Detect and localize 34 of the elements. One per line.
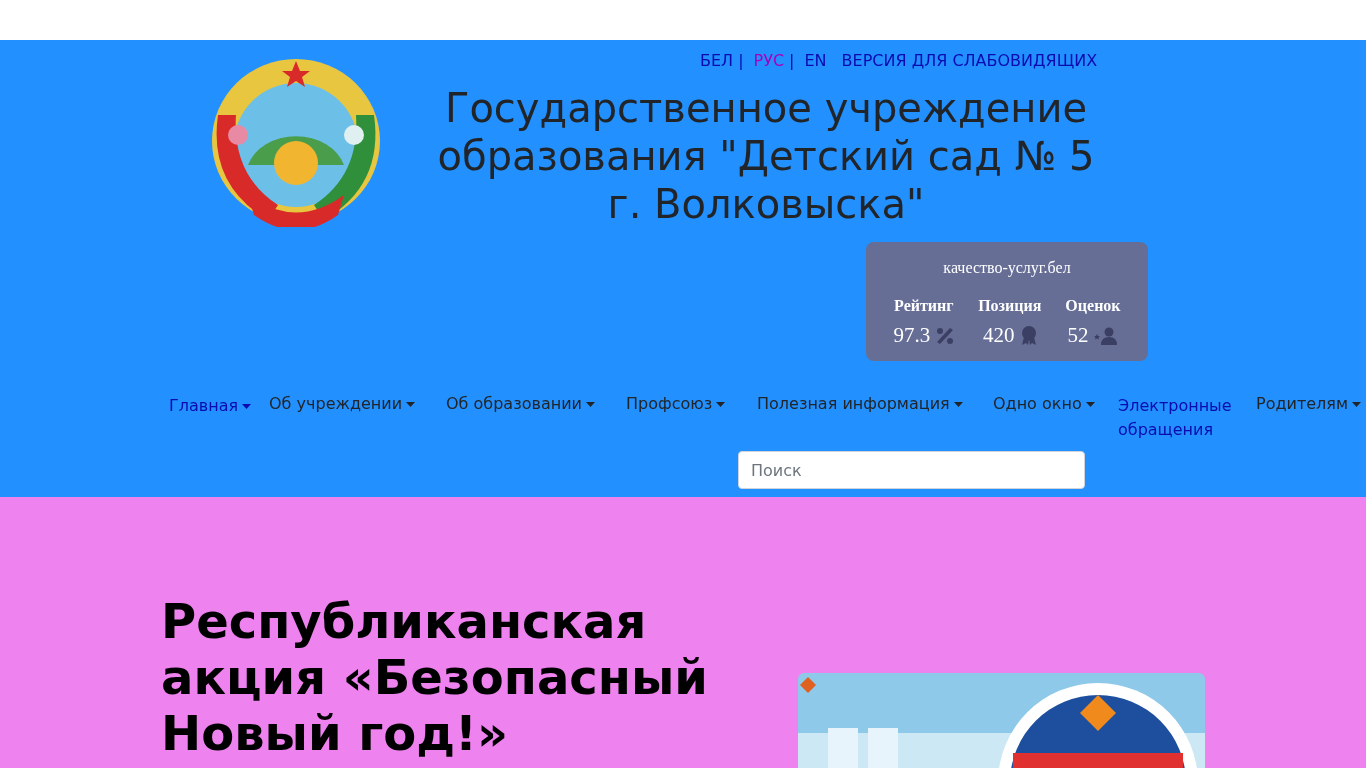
caret-icon bbox=[585, 402, 595, 407]
search-field[interactable]: Поиск bbox=[738, 451, 1085, 489]
language-link[interactable]: БЕЛ bbox=[700, 49, 734, 73]
award-icon bbox=[1020, 325, 1037, 346]
separator: | bbox=[738, 50, 744, 72]
nav-dropdown[interactable]: Об учреждении bbox=[260, 392, 437, 416]
rating-widget[interactable]: качество-услуг.бел Рейтинг 97.3 Позиция 420 Оценок 52 bbox=[866, 242, 1148, 361]
article-heading: Республиканская акция «Безопасный Новый год!» bbox=[161, 593, 709, 761]
caret-icon bbox=[1352, 402, 1361, 407]
separator: | bbox=[789, 50, 795, 72]
accessibility-link[interactable]: ВЕРСИЯ ДЛЯ СЛАБОВИДЯЩИХ bbox=[841, 49, 1098, 73]
percent-icon bbox=[936, 326, 955, 345]
language-link[interactable]: EN bbox=[804, 49, 827, 73]
caret-icon bbox=[242, 404, 252, 409]
caret-icon bbox=[406, 402, 416, 407]
caret-icon bbox=[953, 402, 963, 407]
metric-label: Оценок bbox=[1065, 296, 1121, 316]
nav-dropdown[interactable]: Одно окно bbox=[984, 392, 1109, 416]
nav-dropdown[interactable]: Главная bbox=[160, 392, 260, 418]
site-name: качество-услуг.бел bbox=[943, 258, 1071, 279]
nav-dropdown[interactable]: Профсоюз bbox=[617, 392, 748, 416]
metric-value: 420 bbox=[983, 322, 1015, 349]
caret-icon bbox=[1085, 402, 1095, 407]
metric-label: Позиция bbox=[978, 296, 1042, 316]
metric-label: Рейтинг bbox=[894, 296, 954, 316]
nav-dropdown[interactable]: Полезная информация bbox=[748, 392, 984, 416]
rated-user-icon bbox=[1094, 326, 1119, 345]
caret-icon bbox=[716, 402, 726, 407]
nav-link[interactable]: Электронные обращения bbox=[1109, 392, 1247, 442]
metric-value: 97.3 bbox=[893, 322, 931, 349]
metric-value: 52 bbox=[1067, 322, 1089, 349]
nav-dropdown[interactable]: Об образовании bbox=[437, 392, 617, 416]
nav-dropdown[interactable]: Родителям bbox=[1247, 392, 1366, 416]
site-title: Государственное учреждение образования "Детский сад № 5 г. Волковыска" bbox=[436, 84, 1096, 228]
